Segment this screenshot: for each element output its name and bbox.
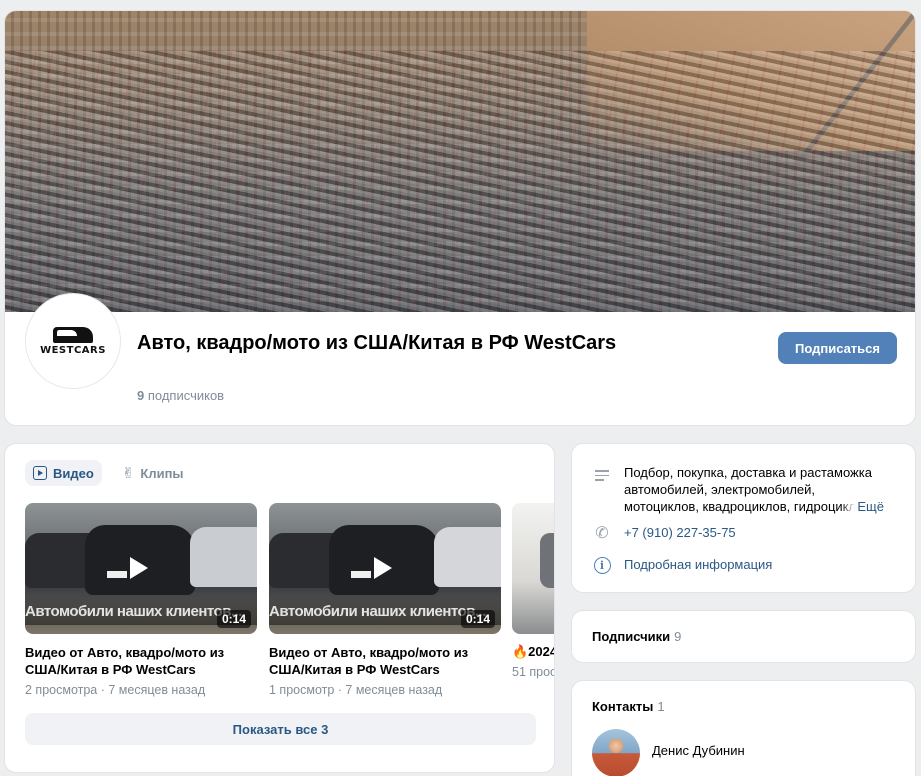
subscribers-heading-label: Подписчики (592, 629, 671, 644)
group-description: Подбор, покупка, доставка и растаможка а… (624, 464, 884, 515)
video-views: 1 просмотр (269, 683, 335, 697)
video-title[interactable]: Видео от Авто, квадро/мото из США/Китая … (25, 644, 257, 678)
info-icon-wrap: i (592, 555, 612, 575)
subscribers-label: подписчиков (147, 388, 225, 403)
group-avatar[interactable]: WESTCARS (25, 293, 121, 389)
subscribe-button[interactable]: Подписаться (778, 332, 897, 364)
video-item-partial[interactable]: 🔥2024 51 прос (512, 503, 555, 683)
video-thumbnail[interactable]: Автомобили наших клиентов... 0:14 (269, 503, 501, 634)
tab-clips-label: Клипы (140, 465, 184, 481)
contacts-block: Контакты 1 Денис Дубинин (571, 680, 916, 776)
video-age: 7 месяцев назад (108, 683, 206, 697)
video-age: 7 месяцев назад (345, 683, 443, 697)
contact-name[interactable]: Денис Дубинин (652, 743, 745, 758)
subscribers-block[interactable]: Подписчики 9 (571, 610, 916, 663)
group-title: Авто, квадро/мото из США/Китая в РФ West… (137, 332, 617, 354)
subscribers-number: 9 (137, 388, 145, 403)
video-tabs: Видео ✌ Клипы (25, 460, 192, 486)
video-duration: 0:14 (216, 610, 251, 628)
show-all-videos-button[interactable]: Показать все 3 (25, 713, 536, 745)
video-overlay-text: Автомобили наших клиентов... (269, 603, 486, 620)
avatar-logo-text: WESTCARS (40, 344, 106, 356)
description-text: Подбор, покупка, доставка и растаможка а… (624, 465, 872, 514)
play-icon[interactable] (130, 557, 148, 579)
subscribers-heading-count: 9 (674, 629, 682, 644)
phone-number[interactable]: +7 (910) 227-35-75 (624, 523, 736, 543)
contacts-heading-count: 1 (657, 699, 665, 714)
video-meta: 1 просмотр · 7 месяцев назад (269, 683, 443, 697)
details-row[interactable]: i Подробная информация (592, 555, 772, 575)
video-title[interactable]: Видео от Авто, квадро/мото из США/Китая … (269, 644, 501, 678)
video-duration: 0:14 (460, 610, 495, 628)
description-row: Подбор, покупка, доставка и растаможка а… (592, 464, 884, 515)
contacts-heading[interactable]: Контакты 1 (592, 699, 665, 714)
video-title[interactable]: 🔥2024 (512, 644, 554, 660)
subscribers-count-line[interactable]: 9 подписчиков (137, 388, 224, 403)
video-meta: 2 просмотра · 7 месяцев назад (25, 683, 206, 697)
cover-image[interactable] (5, 11, 915, 312)
tab-clips[interactable]: ✌ Клипы (114, 460, 192, 486)
video-play-icon (33, 466, 47, 480)
avatar[interactable] (592, 729, 640, 776)
video-views: 2 просмотра (25, 683, 98, 697)
more-link[interactable]: Ещё (841, 498, 884, 515)
phone-icon: ✆ (595, 525, 609, 542)
video-overlay-text: Автомобили наших клиентов... (25, 603, 242, 620)
video-thumbnail[interactable]: Автомобили наших клиентов... 0:14 (25, 503, 257, 634)
subscribers-heading[interactable]: Подписчики 9 (592, 629, 681, 644)
cover-car-rows (5, 51, 915, 312)
tab-video-label: Видео (53, 465, 94, 481)
video-meta: 51 прос (512, 665, 555, 679)
play-icon[interactable] (374, 557, 392, 579)
videos-block: Видео ✌ Клипы Автомобили наших клиентов.… (4, 443, 555, 773)
clips-icon: ✌ (121, 465, 135, 482)
tab-video[interactable]: Видео (25, 460, 102, 486)
phone-row[interactable]: ✆ +7 (910) 227-35-75 (592, 523, 736, 543)
video-thumbnail[interactable] (512, 503, 554, 634)
description-icon (592, 464, 612, 484)
details-link[interactable]: Подробная информация (624, 555, 772, 575)
video-item[interactable]: Автомобили наших клиентов... 0:14 Видео … (269, 503, 501, 697)
info-block: Подбор, покупка, доставка и растаможка а… (571, 443, 916, 593)
video-item[interactable]: Автомобили наших клиентов... 0:14 Видео … (25, 503, 257, 697)
car-logo-icon (53, 326, 93, 343)
contacts-heading-label: Контакты (592, 699, 654, 714)
info-icon: i (593, 556, 611, 574)
group-header: WESTCARS Авто, квадро/мото из США/Китая … (4, 10, 916, 426)
